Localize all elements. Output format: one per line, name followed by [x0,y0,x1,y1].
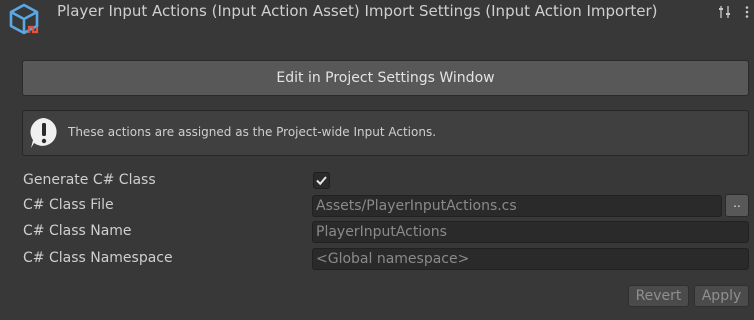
input-action-asset-icon [6,3,46,37]
checkmark-icon [316,176,327,186]
class-file-label: C# Class File [23,197,114,213]
class-name-label: C# Class Name [23,223,132,239]
help-text: These actions are assigned as the Projec… [68,125,437,139]
generate-class-label: Generate C# Class [23,172,156,188]
inspector-header: Player Input Actions (Input Action Asset… [0,0,754,35]
browse-button[interactable]: .. [725,194,749,217]
inspector-title: Player Input Actions (Input Action Asset… [57,2,658,20]
revert-button[interactable]: Revert [628,285,689,307]
edit-in-project-settings-button[interactable]: Edit in Project Settings Window [22,60,749,96]
import-settings-inspector: Player Input Actions (Input Action Asset… [0,0,754,320]
sliders-icon[interactable] [718,4,732,18]
generate-class-checkbox[interactable] [313,172,330,189]
info-exclamation-icon [27,116,61,150]
class-name-field[interactable]: PlayerInputActions [312,221,749,243]
class-namespace-field[interactable]: <Global namespace> [312,248,749,270]
class-namespace-label: C# Class Namespace [23,250,173,266]
apply-button[interactable]: Apply [694,285,749,307]
help-box: These actions are assigned as the Projec… [22,110,749,156]
class-file-field[interactable]: Assets/PlayerInputActions.cs [312,195,722,217]
kebab-menu-icon[interactable] [740,4,754,18]
